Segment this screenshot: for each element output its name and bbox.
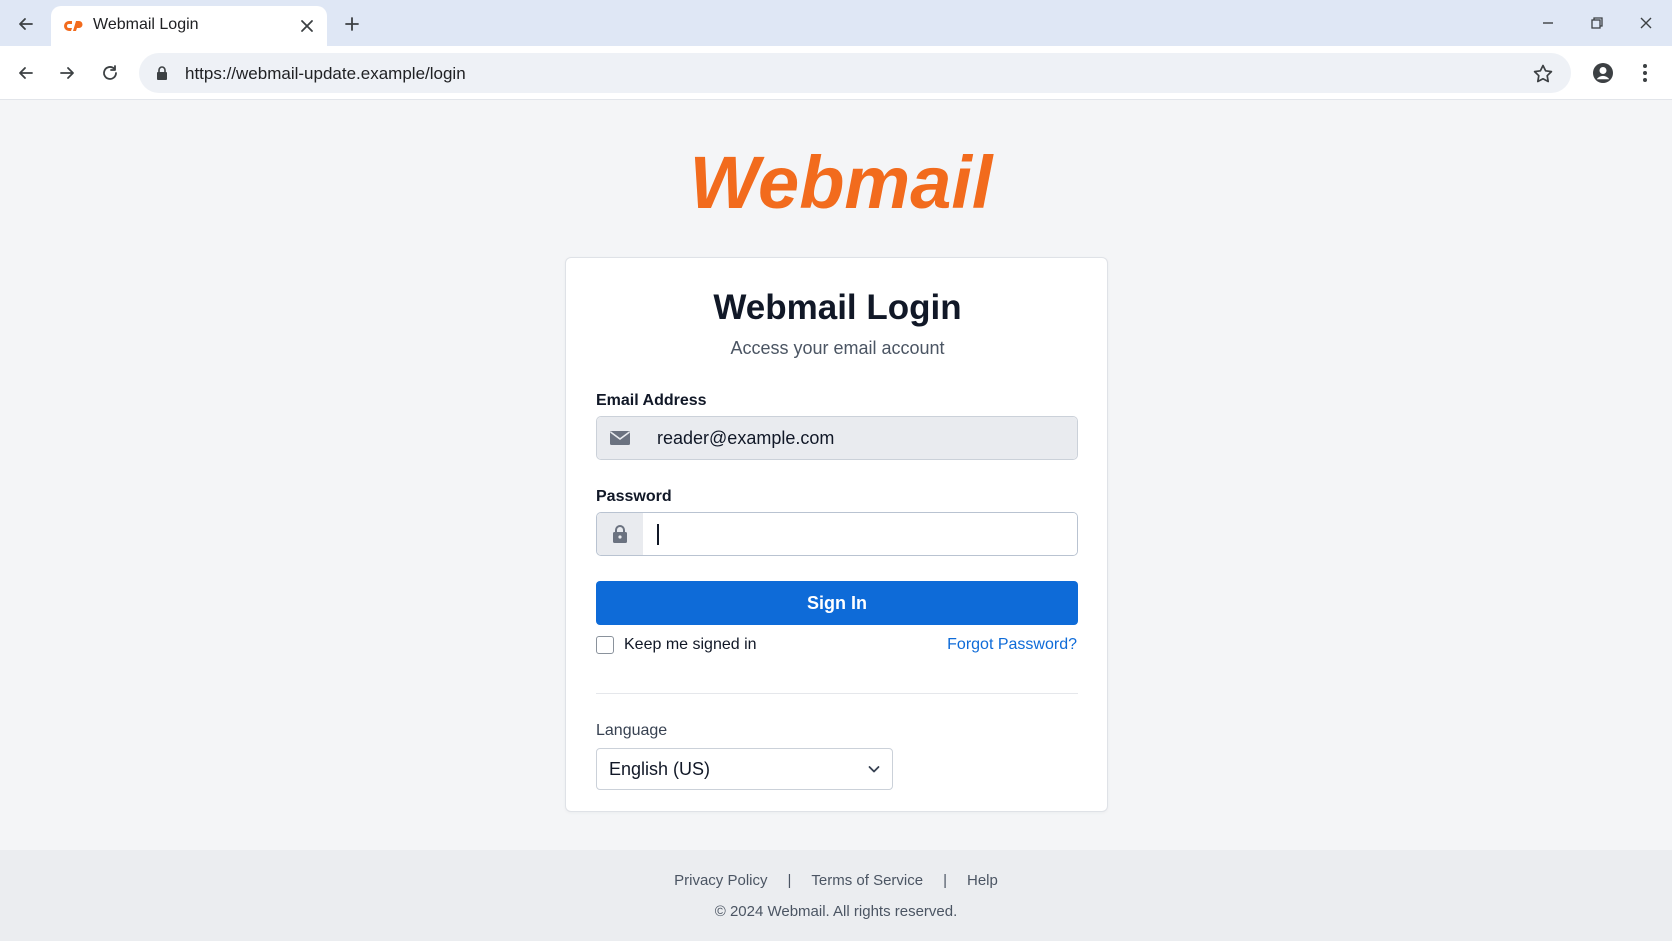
keep-signed-in-checkbox[interactable] [596, 636, 614, 654]
reload-icon[interactable] [95, 58, 125, 88]
lock-icon[interactable] [153, 64, 171, 82]
language-selected-value[interactable]: English (US) [609, 759, 710, 780]
browser-toolbar: https://webmail-update.example/login [0, 46, 1672, 100]
chevron-down-icon[interactable] [866, 761, 882, 777]
password-label: Password [596, 488, 672, 505]
login-card: Webmail Login Access your email account … [565, 257, 1108, 812]
footer-separator: | [787, 872, 792, 889]
tab-close-icon[interactable] [295, 14, 319, 38]
cpanel-favicon-icon [63, 16, 83, 36]
profile-avatar-icon[interactable] [1588, 58, 1618, 88]
terms-of-service-link[interactable]: Terms of Service [811, 872, 923, 889]
text-caret [657, 524, 659, 545]
password-input[interactable] [643, 513, 1077, 555]
email-label: Email Address [596, 392, 707, 409]
page-subtitle: Access your email account [730, 338, 945, 358]
language-select[interactable]: English (US) [596, 748, 893, 790]
divider [596, 693, 1078, 694]
bookmark-star-icon[interactable] [1531, 62, 1555, 86]
address-bar[interactable]: https://webmail-update.example/login [139, 53, 1571, 93]
copyright-text: © 2024 Webmail. All rights reserved. [714, 903, 958, 920]
window-restore-icon[interactable] [1584, 10, 1610, 36]
sign-in-button[interactable]: Sign In [596, 581, 1078, 625]
tab-search-back-icon[interactable] [12, 10, 40, 38]
privacy-policy-link[interactable]: Privacy Policy [674, 872, 767, 889]
forgot-password-link[interactable]: Forgot Password? [947, 636, 1077, 654]
browser-tab-active[interactable]: Webmail Login [51, 6, 327, 46]
url-text[interactable]: https://webmail-update.example/login [185, 64, 466, 84]
page-footer: Privacy Policy | Terms of Service | Help… [0, 850, 1672, 941]
new-tab-icon[interactable] [338, 10, 366, 38]
keep-signed-in-option[interactable]: Keep me signed in [596, 634, 757, 656]
envelope-icon [597, 417, 643, 459]
password-field[interactable] [596, 512, 1078, 556]
keep-signed-in-label[interactable]: Keep me signed in [624, 636, 757, 654]
more-menu-icon[interactable] [1630, 58, 1660, 88]
footer-separator: | [943, 872, 947, 889]
webmail-logo: Webmail [690, 150, 994, 222]
lock-icon [597, 513, 643, 555]
footer-links: Privacy Policy | Terms of Service | Help [0, 872, 1672, 889]
email-input[interactable] [643, 417, 1077, 459]
email-field[interactable] [596, 416, 1078, 460]
window-close-icon[interactable] [1633, 10, 1659, 36]
browser-tab-bar: Webmail Login [0, 0, 1672, 46]
login-page: Webmail Webmail Login Access your email … [0, 100, 1672, 850]
page-title: Webmail Login [713, 288, 962, 327]
back-arrow-icon[interactable] [11, 58, 41, 88]
window-minimize-icon[interactable] [1535, 10, 1561, 36]
language-label: Language [596, 722, 668, 739]
forward-arrow-icon[interactable] [52, 58, 82, 88]
tab-title: Webmail Login [93, 16, 199, 33]
logo-text: Webmail [690, 150, 994, 222]
help-link[interactable]: Help [967, 872, 998, 889]
